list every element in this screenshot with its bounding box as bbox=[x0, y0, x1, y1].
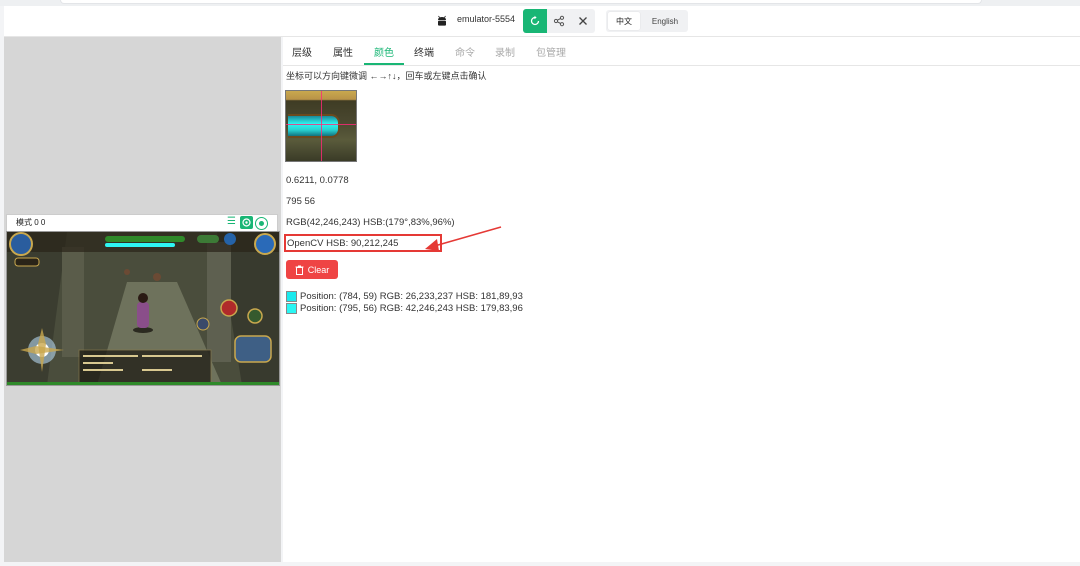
clear-button[interactable]: Clear bbox=[286, 260, 338, 279]
disconnect-button[interactable] bbox=[571, 9, 595, 33]
game-scene-image bbox=[7, 232, 279, 385]
tab-terminal[interactable]: 终端 bbox=[414, 44, 434, 59]
inspector-panel: 层级 属性 颜色 终端 命令 录制 包管理 坐标可以方向键微调 ←→↑↓，回车或… bbox=[283, 37, 1080, 562]
tab-record[interactable]: 录制 bbox=[495, 44, 515, 59]
active-tab-indicator bbox=[364, 63, 404, 65]
tab-hierarchy[interactable]: 层级 bbox=[292, 44, 312, 59]
device-name: emulator-5554 bbox=[457, 14, 516, 24]
history-entry-text: Position: (795, 56) RGB: 42,246,243 HSB:… bbox=[300, 302, 523, 314]
touch-icon[interactable] bbox=[240, 216, 253, 229]
annotation-arrow bbox=[425, 226, 502, 251]
lang-zh-button[interactable]: 中文 bbox=[608, 12, 640, 30]
picked-color-history: Position: (784, 59) RGB: 26,233,237 HSB:… bbox=[286, 290, 523, 314]
screen-header: 模式 0 0 ☰ bbox=[6, 214, 278, 232]
share-button[interactable] bbox=[547, 9, 571, 33]
opencv-highlight-box: OpenCV HSB: 90,212,245 bbox=[284, 234, 442, 252]
color-swatch bbox=[286, 302, 297, 314]
list-item[interactable]: Position: (784, 59) RGB: 26,233,237 HSB:… bbox=[286, 290, 523, 302]
tab-command[interactable]: 命令 bbox=[455, 44, 475, 59]
device-screen-panel: 模式 0 0 ☰ bbox=[4, 37, 281, 562]
refresh-button[interactable] bbox=[523, 9, 547, 33]
color-zoom-preview bbox=[285, 90, 357, 162]
android-icon bbox=[438, 15, 446, 26]
opencv-hsb-value: OpenCV HSB: 90,212,245 bbox=[287, 238, 399, 249]
color-swatch bbox=[286, 290, 297, 302]
tab-color[interactable]: 颜色 bbox=[374, 44, 394, 59]
history-entry-text: Position: (784, 59) RGB: 26,233,237 HSB:… bbox=[300, 290, 523, 302]
tab-packages[interactable]: 包管理 bbox=[536, 44, 566, 59]
relative-coordinates: 0.6211, 0.0778 bbox=[286, 175, 349, 186]
coordinate-hint: 坐标可以方向键微调 ←→↑↓，回车或左键点击确认 bbox=[286, 71, 487, 81]
mode-label: 模式 0 0 bbox=[16, 218, 46, 227]
device-screenshot[interactable] bbox=[6, 231, 280, 386]
lang-en-button[interactable]: English bbox=[644, 12, 686, 30]
absolute-coordinates: 795 56 bbox=[286, 196, 316, 207]
share-icon bbox=[553, 15, 565, 27]
inspector-tabs: 层级 属性 颜色 终端 命令 录制 包管理 bbox=[283, 37, 1080, 66]
close-icon bbox=[579, 17, 587, 25]
list-icon[interactable]: ☰ bbox=[225, 216, 238, 229]
refresh-icon bbox=[530, 15, 540, 26]
clear-label: Clear bbox=[307, 264, 330, 275]
tab-properties[interactable]: 属性 bbox=[333, 44, 353, 59]
trash-icon bbox=[295, 265, 304, 275]
list-item[interactable]: Position: (795, 56) RGB: 42,246,243 HSB:… bbox=[286, 302, 523, 314]
device-toolbar: emulator-5554 中文 English bbox=[4, 6, 1080, 37]
record-icon[interactable] bbox=[255, 217, 268, 230]
